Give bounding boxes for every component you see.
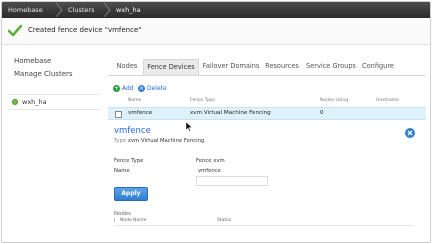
fence-type-label: Fence Type <box>114 158 144 164</box>
column-name[interactable]: Name <box>128 98 141 103</box>
sidebar-item-cluster[interactable]: wxh_ha <box>8 94 100 110</box>
sidebar-link-manage-clusters[interactable]: Manage Clusters <box>14 70 73 78</box>
add-label: Add <box>122 85 134 92</box>
tab-bar: Nodes Fence Devices Failover Domains Res… <box>108 59 426 76</box>
sidebar-link-homebase[interactable]: Homebase <box>14 57 51 65</box>
column-nodes-using[interactable]: Nodes Using <box>320 98 348 103</box>
row-checkbox[interactable] <box>115 111 122 118</box>
row-name: vmfence <box>128 110 153 116</box>
name-label: Name <box>114 168 130 174</box>
close-icon[interactable] <box>405 128 415 138</box>
detail-title: vmfence <box>114 126 151 136</box>
delete-button[interactable]: × Delete <box>138 85 167 92</box>
tab-nodes[interactable]: Nodes <box>114 59 140 74</box>
detail-type-label: Type <box>114 138 127 144</box>
tab-service-groups[interactable]: Service Groups <box>302 59 360 74</box>
cluster-status-icon <box>12 99 18 105</box>
main-panel: Nodes Fence Devices Failover Domains Res… <box>108 45 430 242</box>
row-nodes-using: 0 <box>320 110 324 116</box>
tab-configure[interactable]: Configure <box>360 59 396 74</box>
table-row[interactable]: vmfence xvm Virtual Machine Fencing 0 <box>108 107 426 120</box>
nodes-table-header: | Node Name Status <box>114 217 414 226</box>
cluster-name: wxh_ha <box>22 98 47 106</box>
delete-icon: × <box>138 85 145 92</box>
tab-resources[interactable]: Resources <box>263 59 301 74</box>
delete-label: Delete <box>147 85 167 92</box>
app-window: Homebase Clusters wxh_ha Created fence d… <box>1 1 431 243</box>
plus-icon: + <box>113 85 120 92</box>
tab-fence-devices[interactable]: Fence Devices <box>143 59 199 75</box>
column-node-name[interactable]: Node Name <box>120 218 146 223</box>
notification-message: Created fence device "vmfence" <box>28 26 142 34</box>
checkmark-icon <box>8 24 22 37</box>
breadcrumb-cluster-name[interactable]: wxh_ha <box>116 2 141 18</box>
column-hostname[interactable]: Hostname <box>376 98 399 103</box>
detail-type-value: xvm Virtual Machine Fencing <box>127 138 205 144</box>
breadcrumb-separator-icon <box>55 3 63 17</box>
name-field[interactable]: vmfence <box>198 168 221 174</box>
breadcrumb: Homebase Clusters wxh_ha <box>2 2 430 18</box>
fence-type-value: Fence xvm <box>196 158 225 164</box>
extra-input-field[interactable] <box>196 176 268 186</box>
notification-bar: Created fence device "vmfence" <box>2 18 430 45</box>
add-button[interactable]: + Add <box>113 85 134 92</box>
column-status[interactable]: Status <box>217 218 231 223</box>
tab-failover-domains[interactable]: Failover Domains <box>199 59 263 74</box>
table-header: Name Fence Type Nodes Using Hostname <box>108 97 426 106</box>
column-fence-type[interactable]: Fence Type <box>190 98 215 103</box>
apply-button[interactable]: Apply <box>114 187 148 201</box>
detail-type: Type xvm Virtual Machine Fencing <box>114 138 204 144</box>
breadcrumb-separator-icon <box>103 3 111 17</box>
breadcrumb-homebase[interactable]: Homebase <box>8 2 43 18</box>
breadcrumb-clusters[interactable]: Clusters <box>68 2 94 18</box>
sidebar: Homebase Manage Clusters wxh_ha <box>2 45 102 242</box>
mouse-cursor-icon <box>186 122 192 132</box>
row-fence-type: xvm Virtual Machine Fencing <box>190 110 271 116</box>
nodes-checkbox-column: | <box>114 218 116 223</box>
